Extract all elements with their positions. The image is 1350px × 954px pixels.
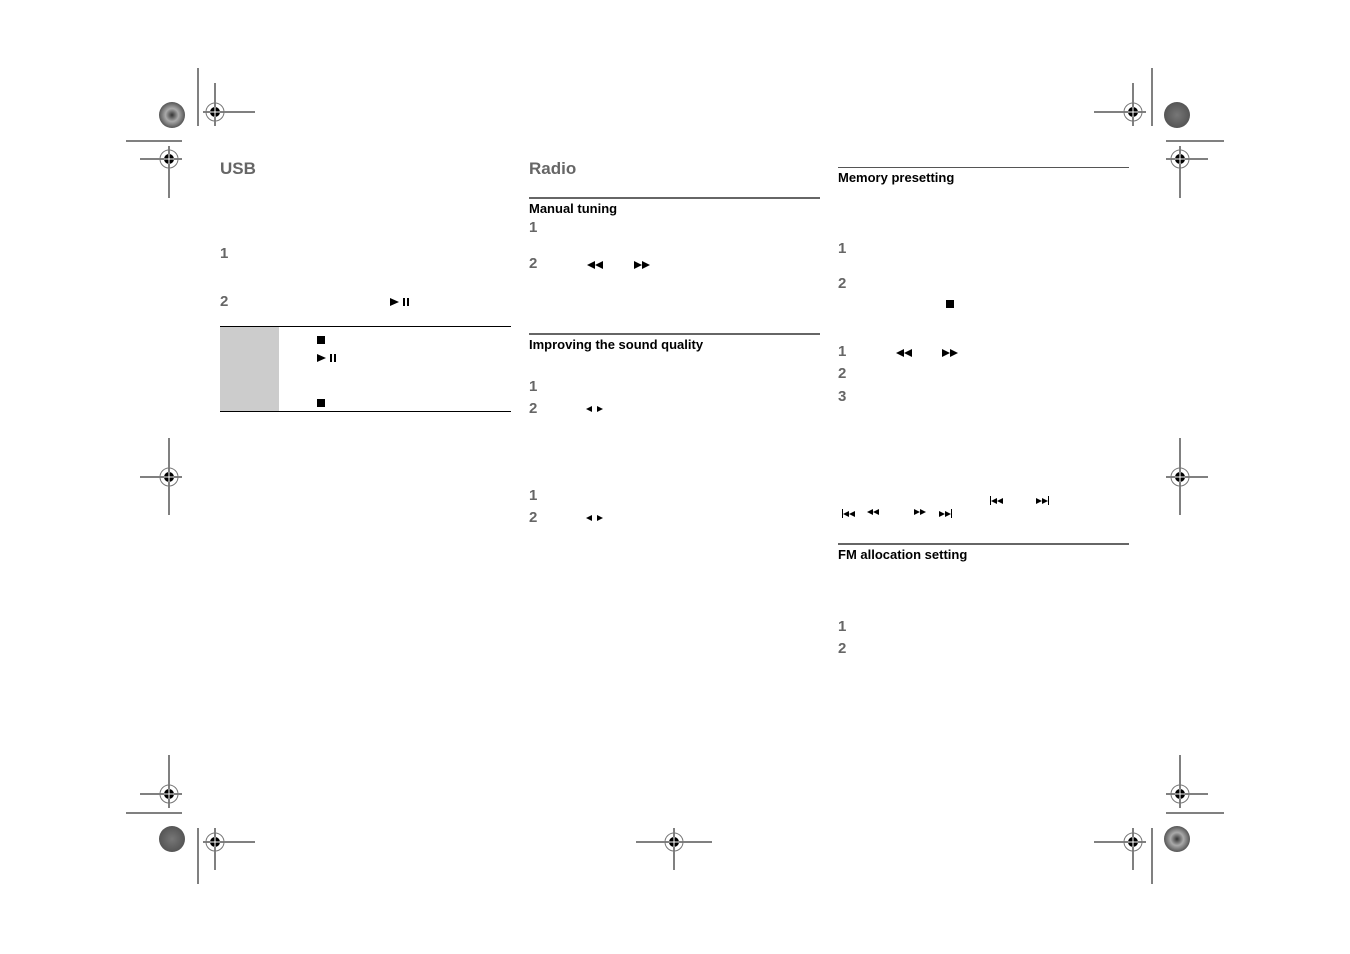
- left-right-arrow-icon: [586, 406, 603, 412]
- section-heading-usb: USB: [220, 159, 256, 178]
- stop-icon: [317, 331, 325, 349]
- fast-forward-icon: [634, 261, 650, 269]
- table-bottom-rule: [220, 411, 511, 412]
- registration-mark-bottom-right: [1094, 755, 1224, 884]
- stop-icon: [946, 295, 954, 313]
- color-target-icon: [1164, 102, 1190, 128]
- skip-back-icon: [990, 496, 1003, 505]
- skip-back-icon: [842, 509, 855, 518]
- color-target-icon: [1164, 826, 1190, 852]
- step-number: 2: [838, 640, 847, 657]
- step-number: 2: [529, 509, 538, 526]
- step-number: 1: [838, 240, 847, 257]
- fast-forward-icon: [914, 509, 926, 515]
- step-number: 1: [220, 245, 229, 262]
- step-number: 3: [838, 388, 847, 405]
- section-rule: [838, 543, 1129, 545]
- step-number: 1: [838, 618, 847, 635]
- table-label-column: [220, 327, 279, 411]
- registration-mark-middle-right: [1166, 438, 1208, 515]
- step-number: 1: [529, 219, 538, 236]
- step-number: 2: [838, 275, 847, 292]
- step-number: 1: [529, 378, 538, 395]
- rewind-icon: [587, 261, 603, 269]
- left-right-arrow-icon: [586, 515, 603, 521]
- skip-forward-icon: [939, 509, 952, 518]
- color-target-icon: [159, 102, 185, 128]
- step-number: 1: [838, 343, 847, 360]
- section-heading-radio: Radio: [529, 159, 577, 178]
- rewind-icon: [896, 349, 912, 357]
- step-number: 2: [838, 365, 847, 382]
- step-number: 2: [529, 400, 538, 417]
- step-number: 2: [529, 255, 538, 272]
- section-rule: [529, 333, 820, 335]
- play-pause-icon: [390, 298, 409, 306]
- color-target-icon: [159, 826, 185, 852]
- registration-mark-bottom-center: [636, 828, 712, 870]
- print-crop-marks: [126, 68, 1224, 884]
- subsection-title-manual-tuning: Manual tuning: [529, 201, 618, 216]
- subsection-title-improving-sound: Improving the sound quality: [529, 337, 704, 352]
- rewind-icon: [867, 509, 879, 515]
- subsection-title-fm-allocation: FM allocation setting: [838, 547, 968, 562]
- play-pause-icon: [317, 354, 336, 362]
- stop-icon: [317, 394, 325, 412]
- registration-mark-bottom-left: [126, 755, 255, 884]
- subsection-title-memory-presetting: Memory presetting: [838, 170, 955, 185]
- step-number: 1: [529, 487, 538, 504]
- step-number: 2: [220, 293, 229, 310]
- registration-mark-top-right: [1094, 68, 1224, 198]
- section-rule: [529, 197, 820, 199]
- section-rule: [838, 167, 1129, 168]
- skip-forward-icon: [1036, 496, 1049, 505]
- fast-forward-icon: [942, 349, 958, 357]
- registration-mark-middle-left: [140, 438, 182, 515]
